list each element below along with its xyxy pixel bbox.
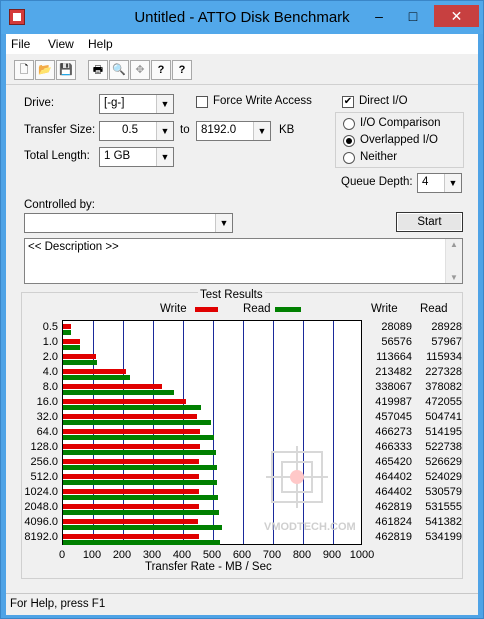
neither-radio[interactable] xyxy=(343,152,355,164)
force-write-label: Force Write Access xyxy=(213,95,312,107)
context-help-icon[interactable]: ? xyxy=(172,60,192,80)
description-scrollbar[interactable]: ▲ ▼ xyxy=(445,239,462,283)
save-icon[interactable]: 💾 xyxy=(56,60,76,80)
transfer-size-from-select[interactable]: 0.5 ▼ xyxy=(99,121,174,141)
test-results-group: Test Results Write Read Write Read Trans… xyxy=(21,289,463,579)
queue-depth-label: Queue Depth: xyxy=(341,176,413,188)
transfer-from-value: 0.5 xyxy=(122,124,138,136)
toolbar: 🗋 📂 💾 🖶 🔍 ✥ ? ? xyxy=(6,55,478,85)
transfer-size-label: Transfer Size: xyxy=(24,124,96,136)
chevron-down-icon[interactable]: ▼ xyxy=(444,174,461,192)
description-text: << Description >> xyxy=(28,241,119,253)
client-area: File View Help 🗋 📂 💾 🖶 🔍 ✥ ? ? Drive: [-… xyxy=(6,34,478,615)
neither-label: Neither xyxy=(360,151,398,163)
kb-label: KB xyxy=(279,124,295,136)
menu-bar: File View Help xyxy=(6,34,478,54)
io-comparison-label: I/O Comparison xyxy=(360,117,441,129)
direct-io-label: Direct I/O xyxy=(359,95,408,107)
read-legend-swatch xyxy=(275,307,301,312)
x-axis-label: Transfer Rate - MB / Sec xyxy=(145,561,272,573)
queue-depth-value: 4 xyxy=(422,176,429,188)
description-textarea[interactable]: << Description >> ▲ ▼ xyxy=(24,238,463,284)
chevron-down-icon[interactable]: ▼ xyxy=(156,148,173,166)
controlled-by-select[interactable]: ▼ xyxy=(24,213,233,233)
queue-depth-select[interactable]: 4 ▼ xyxy=(417,173,462,193)
read-column-header: Read xyxy=(420,303,448,315)
chevron-down-icon[interactable]: ▼ xyxy=(156,122,173,140)
status-text: For Help, press F1 xyxy=(10,598,106,610)
overlapped-io-radio[interactable] xyxy=(343,135,355,147)
app-window: Untitled - ATTO Disk Benchmark – □ ✕ Fil… xyxy=(0,0,484,619)
read-legend-label: Read xyxy=(243,303,271,315)
chevron-down-icon[interactable]: ▼ xyxy=(215,214,232,232)
write-column-header: Write xyxy=(371,303,398,315)
total-length-label: Total Length: xyxy=(24,150,90,162)
status-bar: For Help, press F1 xyxy=(6,593,478,615)
menu-file[interactable]: File xyxy=(11,37,30,51)
overlapped-io-label: Overlapped I/O xyxy=(360,134,438,146)
transfer-size-to-select[interactable]: 8192.0 ▼ xyxy=(196,121,271,141)
menu-help[interactable]: Help xyxy=(88,37,113,51)
start-button[interactable]: Start xyxy=(396,212,463,232)
to-label: to xyxy=(180,124,190,136)
drive-label: Drive: xyxy=(24,97,55,109)
open-icon[interactable]: 📂 xyxy=(35,60,55,80)
chevron-down-icon[interactable]: ▼ xyxy=(156,95,173,113)
new-icon[interactable]: 🗋 xyxy=(14,60,34,80)
close-button[interactable]: ✕ xyxy=(434,5,479,27)
help-icon[interactable]: ? xyxy=(151,60,171,80)
io-mode-group: I/O Comparison Overlapped I/O Neither xyxy=(335,112,464,168)
total-length-value: 1 GB xyxy=(104,150,131,162)
transfer-to-value: 8192.0 xyxy=(201,124,237,136)
controlled-by-label: Controlled by: xyxy=(24,199,95,211)
io-comparison-radio[interactable] xyxy=(343,118,355,130)
drive-select[interactable]: [-g-] ▼ xyxy=(99,94,174,114)
drive-value: [-g-] xyxy=(104,97,125,109)
watermark-text: VMODTECH.COM xyxy=(264,521,356,533)
write-legend-label: Write xyxy=(160,303,187,315)
force-write-checkbox[interactable] xyxy=(196,96,208,108)
direct-io-checkbox[interactable]: ✔ xyxy=(342,96,354,108)
chevron-down-icon[interactable]: ▼ xyxy=(253,122,270,140)
print-preview-icon[interactable]: 🔍 xyxy=(109,60,129,80)
minimize-button[interactable]: – xyxy=(365,5,393,27)
print-icon[interactable]: 🖶 xyxy=(88,60,108,80)
write-legend-swatch xyxy=(195,307,218,312)
maximize-button[interactable]: □ xyxy=(399,5,427,27)
total-length-select[interactable]: 1 GB ▼ xyxy=(99,147,174,167)
menu-view[interactable]: View xyxy=(48,37,74,51)
title-bar[interactable]: Untitled - ATTO Disk Benchmark – □ ✕ xyxy=(1,1,483,34)
move-icon[interactable]: ✥ xyxy=(130,60,150,80)
test-results-title: Test Results xyxy=(198,289,265,301)
